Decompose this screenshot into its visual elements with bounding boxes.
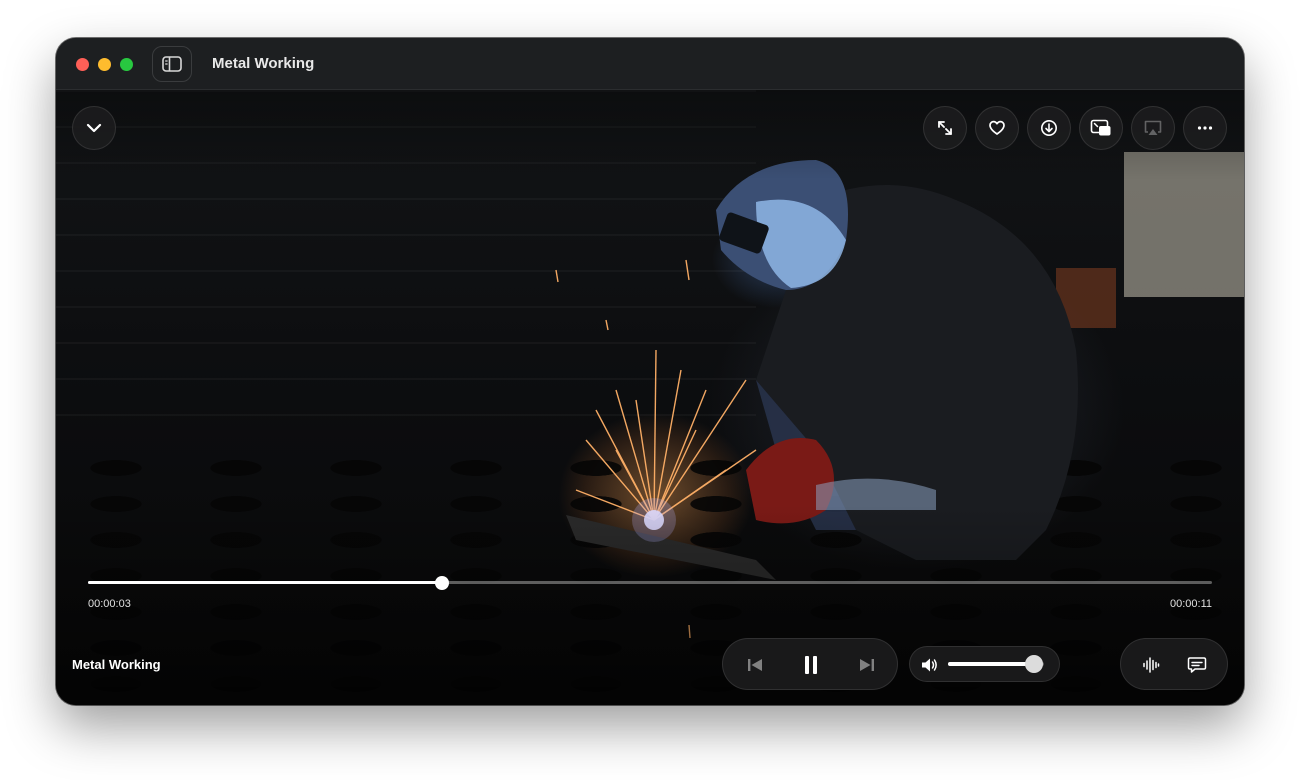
current-time: 00:00:03 (88, 598, 131, 610)
media-options (1120, 638, 1228, 690)
close-window-button[interactable] (76, 58, 89, 71)
transport-controls (722, 638, 898, 690)
airplay-button[interactable] (1131, 106, 1175, 150)
video-title: Metal Working (72, 657, 161, 672)
total-duration: 00:00:11 (1169, 598, 1212, 610)
skip-back-icon (748, 659, 762, 671)
subtitles-button[interactable] (1183, 651, 1211, 679)
speaker-icon (922, 658, 937, 672)
subtitles-icon (1187, 657, 1207, 673)
sidebar-toggle-button[interactable] (152, 46, 192, 82)
fullscreen-icon (938, 121, 952, 135)
airplay-icon (1144, 120, 1162, 135)
fullscreen-button[interactable] (923, 106, 967, 150)
sidebar-icon (162, 56, 182, 72)
skip-forward-icon (860, 659, 874, 671)
collapse-player-button[interactable] (72, 106, 116, 150)
chevron-down-icon (86, 123, 102, 133)
window-title: Metal Working (212, 55, 315, 72)
bottom-overlay-gradient (56, 505, 1244, 705)
more-options-button[interactable] (1183, 106, 1227, 150)
mute-button[interactable] (920, 655, 940, 675)
pause-button[interactable] (797, 651, 825, 679)
next-button[interactable] (853, 651, 881, 679)
picture-in-picture-icon (1090, 119, 1111, 136)
pause-icon (805, 656, 817, 674)
audio-track-button[interactable] (1137, 651, 1165, 679)
volume-control (909, 646, 1060, 682)
waveform-icon (1143, 657, 1160, 673)
previous-button[interactable] (741, 651, 769, 679)
title-bar: Metal Working (56, 38, 1244, 90)
volume-fill (948, 662, 1035, 666)
minimize-window-button[interactable] (98, 58, 111, 71)
volume-knob[interactable] (1025, 655, 1044, 673)
player-window: Metal Working 00:00:03 00:00:11 Metal Wo… (56, 38, 1244, 705)
volume-slider[interactable] (948, 655, 1044, 673)
zoom-window-button[interactable] (120, 58, 133, 71)
more-icon (1197, 126, 1213, 130)
download-button[interactable] (1027, 106, 1071, 150)
progress-bar[interactable] (88, 576, 1212, 590)
picture-in-picture-button[interactable] (1079, 106, 1123, 150)
download-icon (1041, 120, 1057, 136)
progress-scrubber[interactable] (435, 576, 450, 590)
progress-fill (88, 581, 443, 584)
heart-icon (989, 120, 1005, 135)
video-frame[interactable]: 00:00:03 00:00:11 Metal Working (56, 90, 1244, 705)
favorite-button[interactable] (975, 106, 1019, 150)
